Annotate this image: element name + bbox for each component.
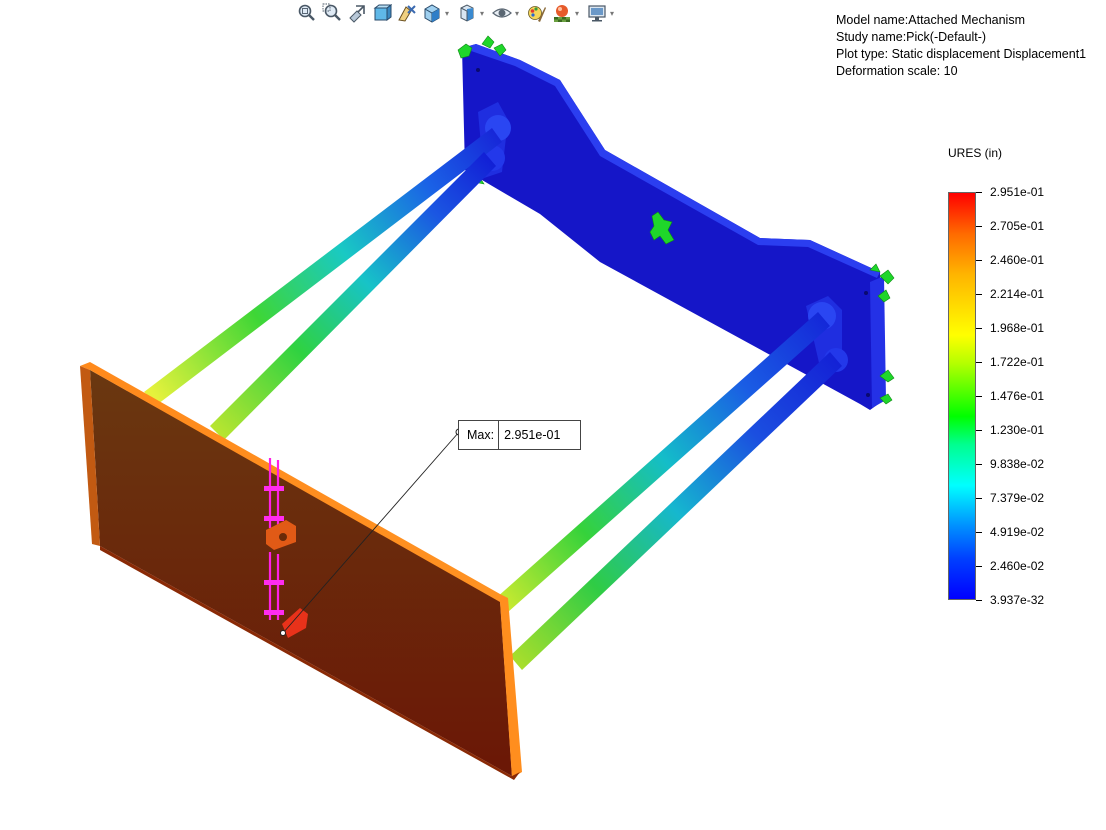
heads-up-view-toolbar: ▾ ▾ ▾ ▾ ▾ — [296, 1, 618, 25]
probe-value: 2.951e-01 — [504, 428, 561, 442]
edit-appearance-icon[interactable] — [526, 2, 548, 24]
legend-tick-mark — [976, 225, 982, 227]
legend-tick-mark — [976, 327, 982, 329]
legend-tick-mark — [976, 259, 982, 261]
legend-tick-mark — [976, 565, 982, 567]
legend-tick: 3.937e-32 — [976, 593, 1045, 607]
legend-tick-mark — [976, 599, 982, 601]
legend-tick-mark — [976, 463, 982, 465]
legend-tick-label: 2.214e-01 — [990, 287, 1045, 301]
legend-tick: 1.968e-01 — [976, 321, 1045, 335]
legend-tick-label: 3.937e-32 — [990, 593, 1045, 607]
plot-type: Plot type: Static displacement Displacem… — [836, 47, 1087, 61]
chevron-down-icon[interactable]: ▾ — [443, 9, 451, 18]
legend-tick-label: 2.460e-02 — [990, 559, 1045, 573]
legend-tick: 2.460e-02 — [976, 559, 1045, 573]
model-name: Model name:Attached Mechanism — [836, 13, 1025, 27]
legend-tick: 1.722e-01 — [976, 355, 1045, 369]
legend-tick-label: 2.705e-01 — [990, 219, 1045, 233]
model-graphics-area[interactable] — [0, 0, 1106, 830]
legend-tick-label: 7.379e-02 — [990, 491, 1045, 505]
zoom-to-area-icon[interactable] — [321, 2, 343, 24]
legend-tick-label: 1.722e-01 — [990, 355, 1045, 369]
display-style-icon[interactable] — [456, 2, 478, 24]
study-info-block: Model name:Attached Mechanism Study name… — [836, 12, 1086, 80]
zoom-to-fit-icon[interactable] — [296, 2, 318, 24]
legend-tick-label: 1.476e-01 — [990, 389, 1045, 403]
legend-tick-mark — [976, 361, 982, 363]
chevron-down-icon[interactable]: ▾ — [478, 9, 486, 18]
legend-tick-label: 4.919e-02 — [990, 525, 1045, 539]
hide-show-items-icon[interactable] — [491, 2, 513, 24]
front-moving-plate — [80, 362, 522, 780]
legend-tick: 2.705e-01 — [976, 219, 1045, 233]
legend-tick-mark — [976, 429, 982, 431]
legend-title: URES (in) — [948, 146, 1003, 160]
legend-color-bar[interactable] — [948, 192, 976, 600]
legend-tick: 1.230e-01 — [976, 423, 1045, 437]
left-linkage-arms — [144, 128, 502, 440]
legend-tick-label: 2.951e-01 — [990, 185, 1045, 199]
previous-view-icon[interactable] — [346, 2, 368, 24]
legend-tick-mark — [976, 191, 982, 193]
legend-tick: 9.838e-02 — [976, 457, 1045, 471]
legend-tick: 4.919e-02 — [976, 525, 1045, 539]
legend-tick: 1.476e-01 — [976, 389, 1045, 403]
legend-tick-label: 2.460e-01 — [990, 253, 1045, 267]
max-probe-label[interactable]: Max: 2.951e-01 — [458, 420, 582, 450]
legend-tick: 2.951e-01 — [976, 185, 1045, 199]
probe-label-text: Max: — [459, 421, 500, 449]
view-settings-icon[interactable] — [586, 2, 608, 24]
legend-tick: 2.460e-01 — [976, 253, 1045, 267]
legend-tick-label: 9.838e-02 — [990, 457, 1045, 471]
chevron-down-icon[interactable]: ▾ — [513, 9, 521, 18]
chevron-down-icon[interactable]: ▾ — [573, 9, 581, 18]
view-orientation-icon[interactable] — [421, 2, 443, 24]
legend-tick: 7.379e-02 — [976, 491, 1045, 505]
apply-scene-icon[interactable] — [551, 2, 573, 24]
section-view-icon[interactable] — [371, 2, 393, 24]
legend-tick-mark — [976, 395, 982, 397]
legend-tick-mark — [976, 531, 982, 533]
legend-tick-mark — [976, 293, 982, 295]
legend-tick: 2.214e-01 — [976, 287, 1045, 301]
deformation-scale: Deformation scale: 10 — [836, 64, 958, 78]
study-name: Study name:Pick(-Default-) — [836, 30, 987, 44]
legend-tick-label: 1.230e-01 — [990, 423, 1045, 437]
legend-tick-label: 1.968e-01 — [990, 321, 1045, 335]
dynamic-annotation-icon[interactable] — [396, 2, 418, 24]
chevron-down-icon[interactable]: ▾ — [608, 9, 616, 18]
legend-tick-mark — [976, 497, 982, 499]
